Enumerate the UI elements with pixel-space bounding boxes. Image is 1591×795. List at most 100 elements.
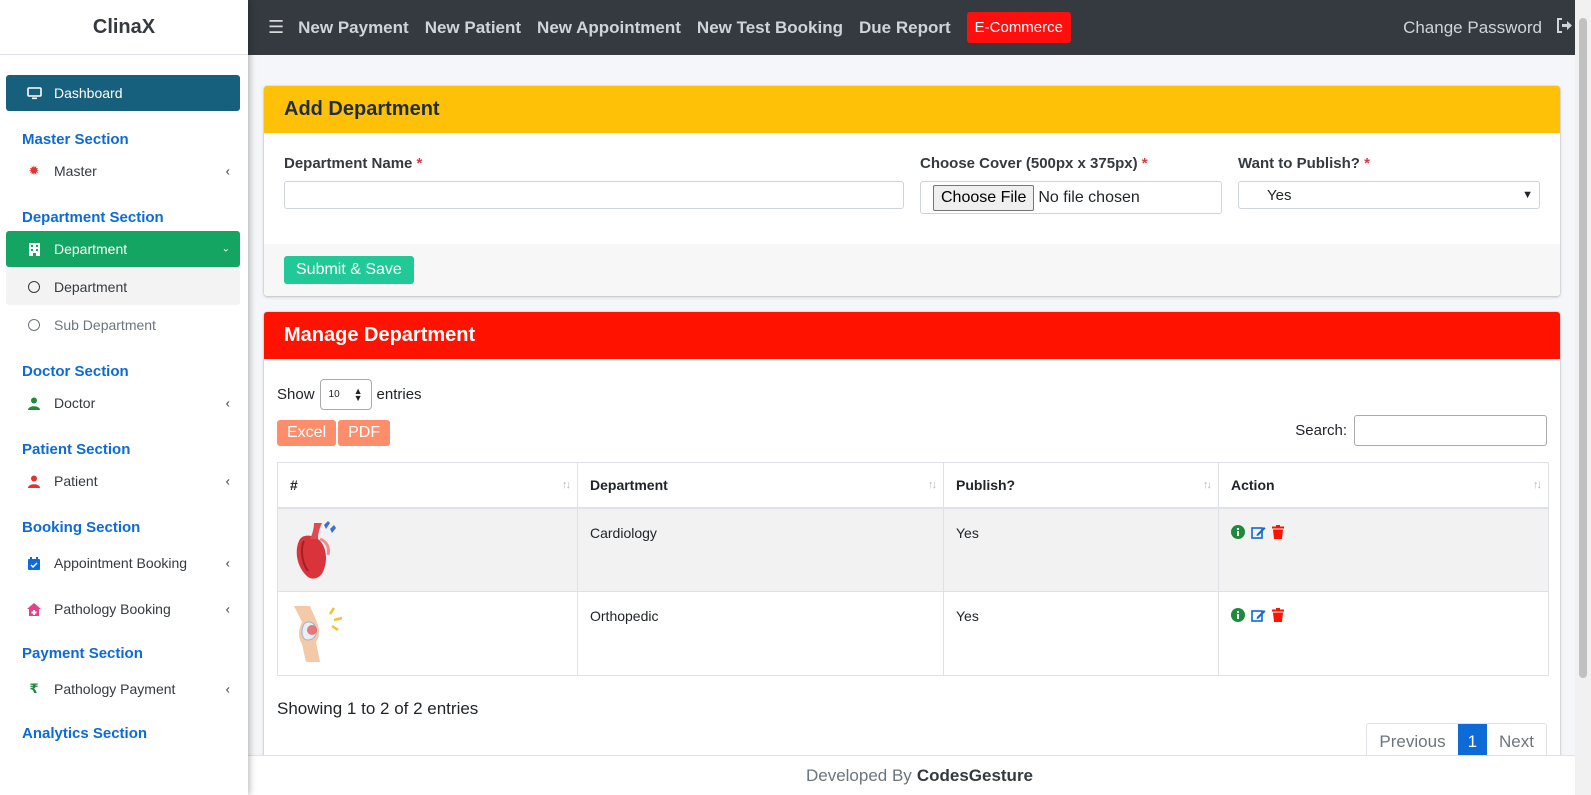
scrollbar-thumb[interactable]	[1579, 18, 1587, 678]
column-header-action[interactable]: Action ↑↓	[1218, 462, 1549, 509]
page-length-control: Show 10 ▲ ▼ entries	[277, 359, 1547, 410]
nav-link-due-report[interactable]: Due Report	[859, 18, 951, 38]
cover-file-input[interactable]: Choose File No file chosen	[920, 181, 1222, 214]
section-head-analytics: Analytics Section	[22, 724, 148, 742]
manage-department-body: Show 10 ▲▼ entries Excel PDF Search: #	[264, 359, 1560, 769]
brand-logo[interactable]: ClinaX	[0, 0, 248, 55]
sort-icon: ↑↓	[928, 479, 937, 491]
show-label: Show	[277, 386, 315, 403]
add-department-card: Add Department Department Name * Choose …	[264, 86, 1560, 296]
publish-group: Want to Publish? * Yes ▼	[1238, 155, 1540, 244]
sidebar-item-label: Doctor	[54, 395, 96, 411]
submit-save-button[interactable]: Submit & Save	[284, 256, 414, 284]
sidebar-item-label: Dashboard	[54, 85, 123, 101]
table-header-row: # ↑↓ Department ↑↓ Publish? ↑↓ Action ↑↓	[277, 462, 1549, 509]
monitor-icon	[26, 85, 42, 101]
knee-image	[294, 606, 343, 662]
section-head-patient: Patient Section	[22, 440, 131, 458]
sidebar-item-label: Master	[54, 163, 97, 179]
cell-actions	[1218, 591, 1549, 676]
main-content: Add Department Department Name * Choose …	[264, 86, 1560, 769]
table-row: Orthopedic Yes	[277, 591, 1549, 676]
section-head-payment: Payment Section	[22, 644, 143, 662]
rupee-icon: ₹	[29, 681, 39, 696]
file-status-text: No file chosen	[1038, 188, 1140, 206]
sidebar-nav: Dashboard Master Section ✹ Master ‹ Depa…	[0, 55, 248, 747]
sidebar-item-label: Pathology Booking	[54, 601, 171, 617]
department-name-input[interactable]	[284, 181, 904, 209]
nav-link-new-appointment[interactable]: New Appointment	[537, 18, 681, 38]
building-icon	[26, 241, 42, 257]
cell-department: Cardiology	[577, 507, 944, 592]
page-length-select[interactable]: 10 ▲ ▼	[319, 379, 372, 410]
ecommerce-button[interactable]: E-Commerce	[966, 12, 1071, 43]
chevron-left-icon: ‹	[225, 473, 230, 489]
publish-select[interactable]: Yes ▼	[1238, 181, 1540, 209]
sidebar-item-department[interactable]: Department ⌄	[6, 231, 240, 267]
footer-brand[interactable]: CodesGesture	[917, 766, 1033, 786]
page-scrollbar[interactable]	[1575, 0, 1591, 795]
sidebar-item-master[interactable]: ✹ Master ‹	[6, 153, 240, 189]
table-tools: Excel PDF Search:	[277, 415, 1547, 447]
choose-file-button[interactable]: Choose File	[933, 184, 1035, 211]
chevron-left-icon: ‹	[225, 163, 230, 179]
department-name-group: Department Name *	[284, 155, 904, 244]
hamburger-menu-icon[interactable]: ☰	[268, 17, 284, 38]
info-icon[interactable]	[1231, 608, 1245, 625]
sign-out-icon[interactable]	[1556, 17, 1573, 38]
sidebar-item-doctor[interactable]: Doctor ‹	[6, 385, 240, 421]
sidebar-item-label: Appointment Booking	[54, 555, 188, 571]
edit-icon[interactable]	[1251, 608, 1266, 625]
cell-department: Orthopedic	[577, 591, 944, 676]
circle-icon	[26, 317, 42, 333]
section-head-booking: Booking Section	[22, 518, 141, 536]
section-head-master: Master Section	[22, 130, 129, 148]
chevron-left-icon: ‹	[225, 395, 230, 411]
trash-icon[interactable]	[1272, 608, 1284, 625]
sidebar-item-patient[interactable]: Patient ‹	[6, 463, 240, 499]
sort-arrows-icon: ▲ ▼	[353, 385, 363, 403]
trash-icon[interactable]	[1272, 524, 1284, 542]
add-department-form: Department Name * Choose Cover (500px x …	[264, 133, 1560, 244]
sidebar-item-appointment-booking[interactable]: Appointment Booking ‹	[6, 541, 240, 585]
pagination-page-current[interactable]: 1	[1457, 724, 1488, 758]
column-header-publish[interactable]: Publish? ↑↓	[943, 462, 1219, 509]
sidebar: ClinaX Dashboard Master Section ✹ Master…	[0, 0, 248, 795]
excel-export-button[interactable]: Excel	[277, 420, 337, 446]
chevron-left-icon: ‹	[225, 681, 230, 697]
chevron-left-icon: ‹	[225, 555, 230, 571]
nav-link-new-payment[interactable]: New Payment	[298, 18, 409, 38]
sidebar-item-label: Patient	[54, 473, 98, 489]
add-department-title: Add Department	[264, 86, 1560, 133]
search-input[interactable]	[1354, 415, 1547, 446]
nav-link-new-test-booking[interactable]: New Test Booking	[697, 18, 843, 38]
nav-link-new-patient[interactable]: New Patient	[425, 18, 521, 38]
change-password-link[interactable]: Change Password	[1403, 18, 1542, 38]
section-head-doctor: Doctor Section	[22, 362, 129, 380]
search-label: Search:	[1295, 422, 1347, 439]
sidebar-item-pathology-booking[interactable]: Pathology Booking ‹	[6, 585, 240, 633]
column-header-index[interactable]: # ↑↓	[277, 462, 578, 509]
sort-icon: ↑↓	[562, 479, 571, 491]
cell-publish: Yes	[943, 591, 1219, 676]
department-table: #↑↓ Department↑↓ Publish?↑↓ Action↑↓	[277, 462, 1549, 676]
section-head-department: Department Section	[22, 208, 164, 226]
chevron-down-icon: ▼	[1522, 189, 1533, 201]
pagination-previous[interactable]: Previous	[1367, 724, 1457, 758]
sidebar-subitem-sub-department[interactable]: Sub Department	[6, 307, 240, 343]
column-header-department[interactable]: Department ↑↓	[577, 462, 944, 509]
cell-image	[277, 591, 578, 676]
pagination-next[interactable]: Next	[1487, 724, 1546, 758]
circle-icon	[26, 279, 42, 295]
manage-department-title: Manage Department	[264, 312, 1560, 359]
sidebar-subitem-department[interactable]: Department	[6, 269, 240, 305]
sidebar-item-dashboard[interactable]: Dashboard	[6, 75, 240, 111]
sort-icon: ↑↓	[1203, 479, 1212, 491]
info-icon[interactable]	[1231, 524, 1245, 542]
department-name-label: Department Name *	[284, 155, 423, 172]
pdf-export-button[interactable]: PDF	[338, 420, 391, 446]
edit-icon[interactable]	[1251, 525, 1266, 542]
page-length-value: 10	[328, 389, 340, 400]
sidebar-item-label: Department	[54, 279, 128, 295]
sidebar-item-pathology-payment[interactable]: ₹ Pathology Payment ‹	[6, 667, 240, 711]
